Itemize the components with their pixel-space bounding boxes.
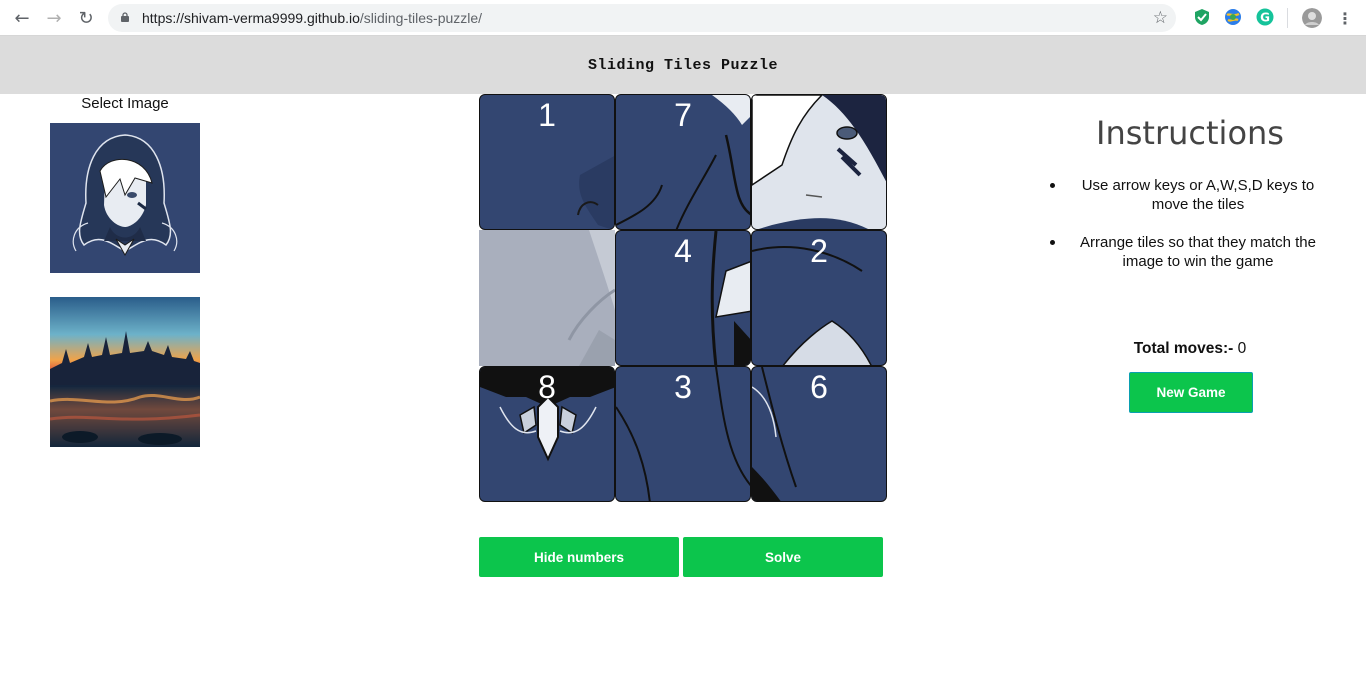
tile-4[interactable]: 4	[615, 230, 751, 366]
moves-value: 0	[1237, 340, 1247, 357]
image-option-castle[interactable]	[50, 297, 200, 447]
tile-number: 4	[674, 233, 692, 269]
reload-icon[interactable]: ↻	[76, 8, 96, 29]
svg-text:G: G	[1260, 11, 1270, 25]
globe-extension-icon[interactable]	[1224, 8, 1242, 26]
tile-image-fragment	[752, 95, 886, 229]
moves-counter: Total moves:- 0	[1040, 340, 1340, 358]
puzzle-board: 1 7 4 2 8 3 6	[479, 94, 887, 502]
back-icon[interactable]: ←	[12, 8, 32, 29]
bookmark-star-icon[interactable]: ☆	[1153, 8, 1168, 28]
empty-slot	[479, 230, 615, 366]
app-header: Sliding Tiles Puzzle	[0, 36, 1366, 94]
castle-landscape-image	[50, 297, 200, 447]
grammarly-icon[interactable]: G	[1256, 8, 1274, 26]
tile-number: 6	[810, 369, 828, 405]
tile-number: 2	[810, 233, 828, 269]
moves-label: Total moves:-	[1133, 340, 1234, 357]
tile-number: 8	[538, 369, 556, 405]
app-title: Sliding Tiles Puzzle	[587, 56, 779, 74]
shield-extension-icon[interactable]	[1193, 8, 1211, 26]
tile-8[interactable]: 8	[479, 366, 615, 502]
tile-7[interactable]: 7	[615, 94, 751, 230]
url-text: https://shivam-verma9999.github.io/slidi…	[142, 10, 482, 26]
address-bar[interactable]: https://shivam-verma9999.github.io/slidi…	[108, 4, 1176, 32]
image-option-anime[interactable]	[50, 123, 200, 273]
tile-5[interactable]	[751, 94, 887, 230]
url-path: /sliding-tiles-puzzle/	[359, 10, 483, 26]
forward-icon[interactable]: →	[44, 8, 64, 29]
instruction-item: Arrange tiles so that they match the ima…	[1050, 233, 1330, 271]
tile-1[interactable]: 1	[479, 94, 615, 230]
instruction-item: Use arrow keys or A,W,S,D keys to move t…	[1050, 176, 1330, 214]
lock-icon	[121, 12, 129, 22]
tile-3[interactable]: 3	[615, 366, 751, 502]
tile-number: 7	[674, 97, 692, 133]
browser-toolbar: ← → ↻ https://shivam-verma9999.github.io…	[0, 0, 1366, 36]
profile-avatar[interactable]	[1302, 8, 1322, 28]
tile-6[interactable]: 6	[751, 366, 887, 502]
select-image-heading: Select Image	[81, 95, 169, 112]
toolbar-divider	[1287, 8, 1288, 28]
tile-2[interactable]: 2	[751, 230, 887, 366]
instructions-title: Instructions	[1096, 114, 1284, 152]
faded-image-fragment	[567, 230, 615, 366]
menu-kebab-icon[interactable]: ⋮	[1335, 8, 1355, 28]
solve-button[interactable]: Solve	[683, 537, 883, 577]
tile-number: 3	[674, 369, 692, 405]
new-game-button[interactable]: New Game	[1129, 372, 1253, 413]
instructions-list: Use arrow keys or A,W,S,D keys to move t…	[1050, 176, 1330, 290]
url-host: https://shivam-verma9999.github.io	[142, 10, 360, 26]
anime-character-image	[50, 123, 200, 273]
hide-numbers-button[interactable]: Hide numbers	[479, 537, 679, 577]
tile-number: 1	[538, 97, 556, 133]
